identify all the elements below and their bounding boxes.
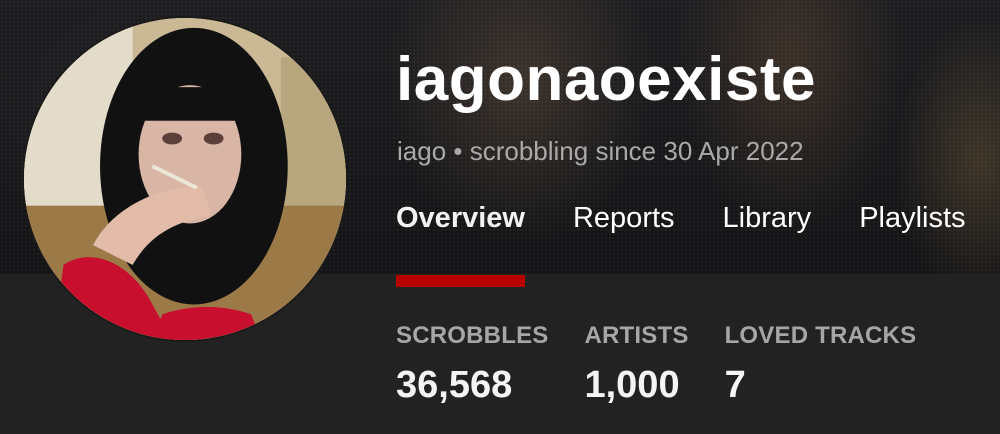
tab-reports[interactable]: Reports — [573, 200, 675, 274]
stat-loved-tracks[interactable]: LOVED TRACKS 7 — [725, 322, 917, 407]
profile-stats: SCROBBLES 36,568 ARTISTS 1,000 LOVED TRA… — [396, 322, 952, 407]
username: iagonaoexiste — [396, 45, 816, 114]
profile-subtitle: iago • scrobbling since 30 Apr 2022 — [397, 136, 804, 166]
stat-artists[interactable]: ARTISTS 1,000 — [584, 322, 688, 407]
stat-label: LOVED TRACKS — [724, 322, 917, 349]
stat-label: ARTISTS — [584, 322, 689, 349]
tab-overview[interactable]: Overview — [396, 200, 525, 287]
avatar-image — [24, 18, 346, 340]
stat-value: 1,000 — [584, 364, 680, 406]
stat-value: 7 — [724, 364, 746, 406]
stat-scrobbles[interactable]: SCROBBLES 36,568 — [396, 322, 548, 407]
tab-library[interactable]: Library — [723, 200, 812, 274]
tab-playlists[interactable]: Playlists — [859, 200, 965, 274]
profile-nav: Overview Reports Library Playlists — [396, 200, 1000, 287]
avatar[interactable] — [22, 16, 348, 342]
stat-value: 36,568 — [396, 364, 513, 406]
stat-label: SCROBBLES — [396, 322, 549, 349]
